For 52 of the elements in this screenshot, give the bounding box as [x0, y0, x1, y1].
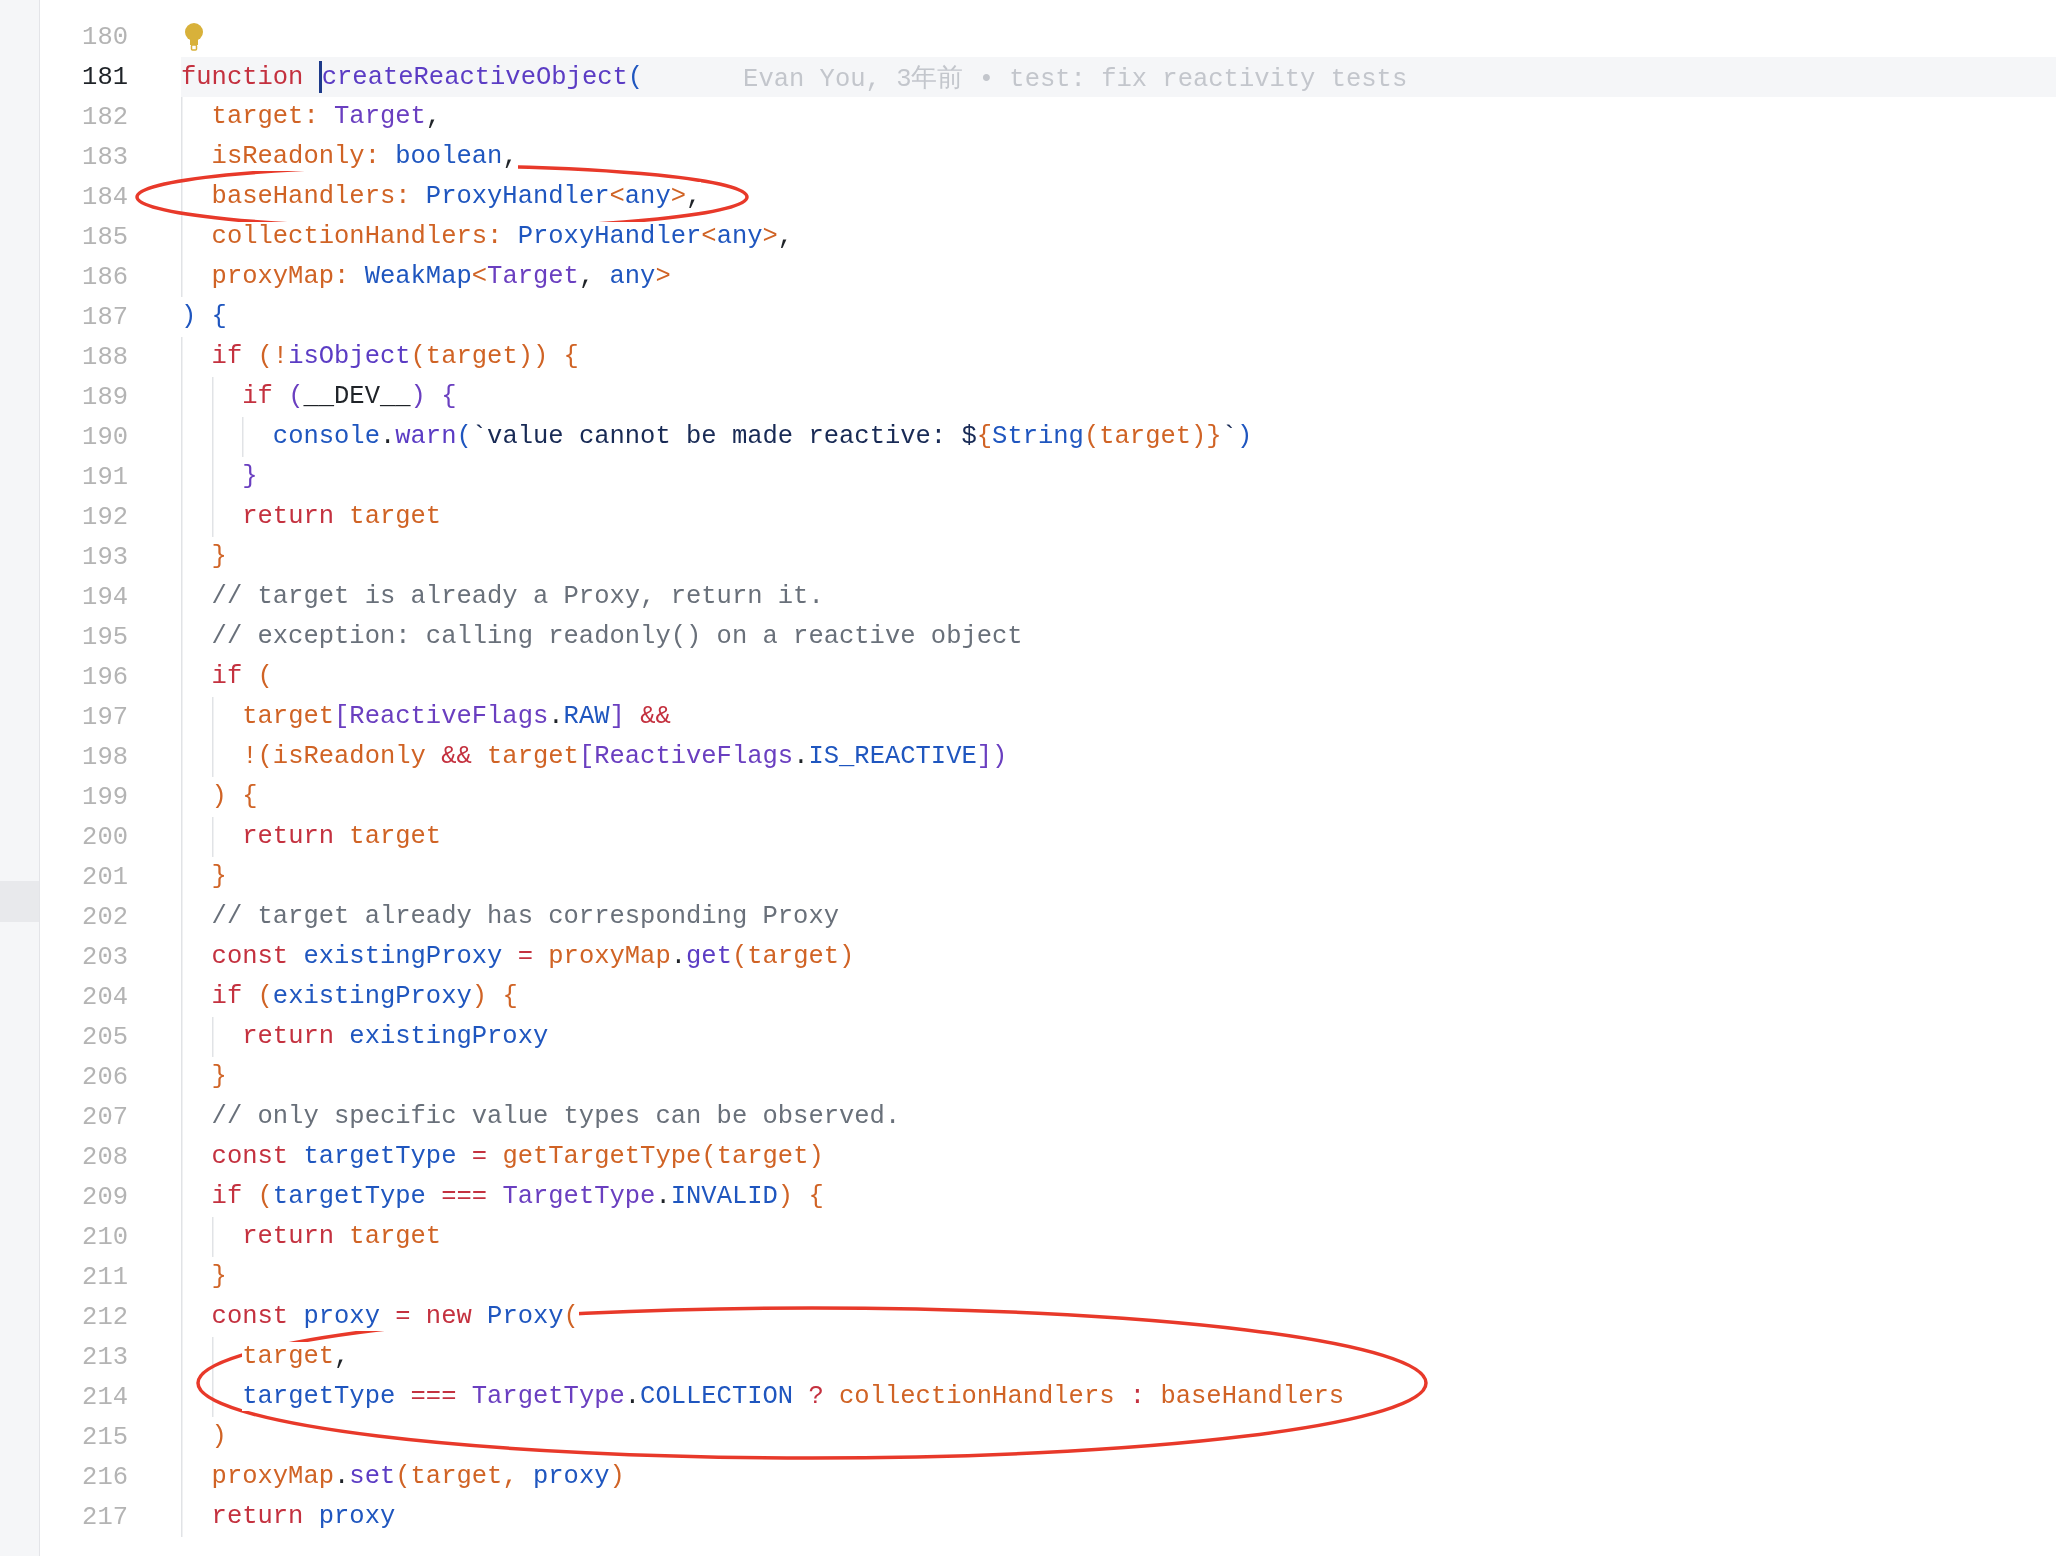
line-number: 208	[81, 1142, 128, 1172]
line-number: 215	[81, 1422, 128, 1452]
code-line: console.warn(`value cannot be made reactive: ${String(target)}`)	[271, 422, 1253, 452]
line-number: 188	[81, 342, 128, 372]
code-line: proxyMap.set(target, proxy)	[210, 1462, 625, 1492]
line-number: 192	[81, 502, 128, 532]
line-number: 209	[81, 1182, 128, 1212]
line-number: 185	[81, 222, 128, 252]
line-number: 213	[81, 1342, 128, 1372]
code-line: !(isReadonly && target[ReactiveFlags.IS_REACTIVE])	[241, 742, 1008, 772]
line-number: 216	[81, 1462, 128, 1492]
code-line: baseHandlers: ProxyHandler<any>,	[210, 182, 702, 212]
code-line: const proxy = new Proxy(	[210, 1302, 579, 1332]
line-number: 203	[81, 942, 128, 972]
line-number: 195	[81, 622, 128, 652]
line-number: 206	[81, 1062, 128, 1092]
line-number: 190	[81, 422, 128, 452]
code-line: const existingProxy = proxyMap.get(target)	[210, 942, 855, 972]
line-number: 217	[81, 1502, 128, 1532]
line-number: 193	[81, 542, 128, 572]
line-number: 184	[81, 182, 128, 212]
line-number: 202	[81, 902, 128, 932]
line-number: 191	[81, 462, 128, 492]
line-number: 210	[81, 1222, 128, 1252]
code-line: if (targetType === TargetType.INVALID) {	[210, 1182, 824, 1212]
line-number: 180	[81, 22, 128, 52]
line-number: 199	[81, 782, 128, 812]
line-number: 194	[81, 582, 128, 612]
line-number: 187	[81, 302, 128, 332]
line-number: 196	[81, 662, 128, 692]
lightbulb-icon[interactable]	[184, 23, 204, 51]
line-number: 205	[81, 1022, 128, 1052]
line-number: 200	[81, 822, 128, 852]
line-number: 207	[81, 1102, 128, 1132]
line-number: 212	[81, 1302, 128, 1332]
code-line: targetType === TargetType.COLLECTION ? collectionHandlers : baseHandlers	[241, 1382, 1345, 1412]
line-number: 186	[81, 262, 128, 292]
code-line: proxyMap: WeakMap<Target, any>	[210, 262, 671, 292]
line-number: 214	[81, 1382, 128, 1412]
code-line: if (__DEV__) {	[241, 382, 457, 412]
line-number: 182	[81, 102, 128, 132]
line-number: 201	[81, 862, 128, 892]
line-number: 198	[81, 742, 128, 772]
code-line: if (!isObject(target)) {	[210, 342, 579, 372]
line-number: 181	[81, 62, 128, 92]
code-line: target[ReactiveFlags.RAW] &&	[241, 702, 671, 732]
line-number: 197	[81, 702, 128, 732]
line-number: 211	[81, 1262, 128, 1292]
line-number: 183	[81, 142, 128, 172]
code-line: isReadonly: boolean,	[210, 142, 518, 172]
line-number: 189	[81, 382, 128, 412]
line-number: 204	[81, 982, 128, 1012]
